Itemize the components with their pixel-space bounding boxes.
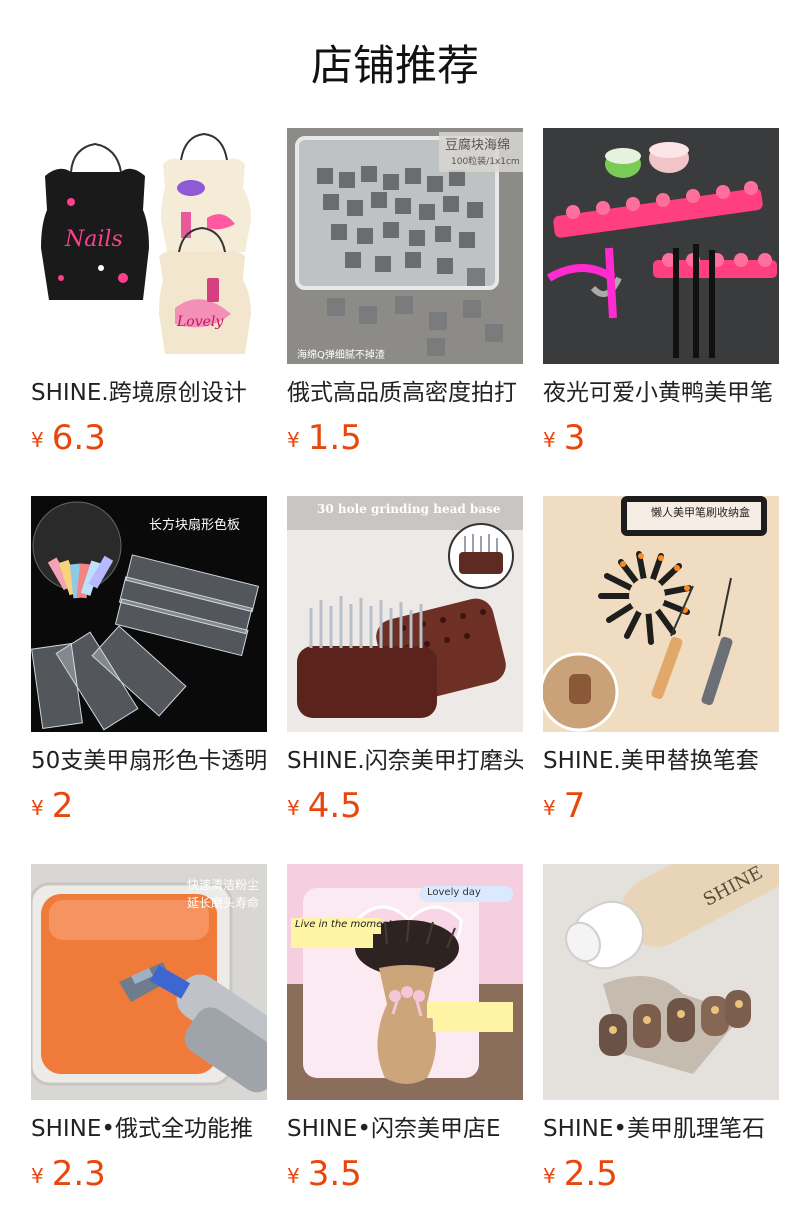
product-price: ¥7 xyxy=(543,786,779,826)
grinding-base-illustration xyxy=(287,496,523,732)
apron-illustration: Nails Lovely xyxy=(31,128,267,364)
price-value: 7 xyxy=(563,786,586,826)
product-image-dust-brush[interactable]: Live in the moment Lovely day xyxy=(287,864,523,1100)
currency-symbol: ¥ xyxy=(287,428,300,452)
product-image-aprons[interactable]: Nails Lovely xyxy=(31,128,267,364)
product-card[interactable]: 懒人美甲笔刷收纳盒 SHINE.美甲替换笔套 ¥7 xyxy=(543,496,779,826)
currency-symbol: ¥ xyxy=(543,428,556,452)
product-grid: Nails Lovely SHINE.跨境原创设计 ¥6.3 豆腐块海绵 100… xyxy=(0,0,790,1232)
product-name: SHINE.美甲替换笔套 xyxy=(543,748,759,774)
svg-text:Lovely: Lovely xyxy=(176,314,224,330)
product-price: ¥3.5 xyxy=(287,1154,523,1194)
product-card[interactable]: 豆腐块海绵 100粒装/1x1cm 海绵Q弹细腻不掉渣 俄式高品质高密度拍打 ¥… xyxy=(287,128,523,458)
product-price: ¥2.3 xyxy=(31,1154,267,1194)
currency-symbol: ¥ xyxy=(287,1164,300,1188)
product-name: 俄式高品质高密度拍打 xyxy=(287,380,517,406)
product-price: ¥4.5 xyxy=(287,786,523,826)
product-image-cleaning-gel[interactable]: 快速清洁粉尘 延长磨头寿命 xyxy=(31,864,267,1100)
product-price: ¥6.3 xyxy=(31,418,267,458)
product-image-duck-rack[interactable] xyxy=(543,128,779,364)
price-value: 2 xyxy=(51,786,74,826)
image-caption: 懒人美甲笔刷收纳盒 xyxy=(651,506,750,519)
currency-symbol: ¥ xyxy=(287,796,300,820)
product-price: ¥1.5 xyxy=(287,418,523,458)
product-name: SHINE•美甲肌理笔石 xyxy=(543,1116,765,1142)
product-card[interactable]: 夜光可爱小黄鸭美甲笔 ¥3 xyxy=(543,128,779,458)
product-image-sponge[interactable]: 豆腐块海绵 100粒装/1x1cm 海绵Q弹细腻不掉渣 xyxy=(287,128,523,364)
product-price: ¥2 xyxy=(31,786,267,826)
image-caption: 快速清洁粉尘 xyxy=(187,878,260,892)
product-card[interactable]: Nails Lovely SHINE.跨境原创设计 ¥6.3 xyxy=(31,128,267,458)
product-name: 夜光可爱小黄鸭美甲笔 xyxy=(543,380,773,406)
product-price: ¥3 xyxy=(543,418,779,458)
product-card[interactable]: 30 hole grinding head base SHINE.闪奈美甲打磨头… xyxy=(287,496,523,826)
image-caption: Lovely day xyxy=(427,887,481,898)
product-price: ¥2.5 xyxy=(543,1154,779,1194)
image-caption: 100粒装/1x1cm xyxy=(451,157,520,167)
currency-symbol: ¥ xyxy=(31,796,44,820)
price-value: 6.3 xyxy=(51,418,106,458)
texture-pen-illustration xyxy=(543,864,779,1100)
duck-rack-illustration xyxy=(543,128,779,364)
price-value: 2.3 xyxy=(51,1154,106,1194)
price-value: 1.5 xyxy=(307,418,362,458)
product-card[interactable]: 快速清洁粉尘 延长磨头寿命 SHINE•俄式全功能推 ¥2.3 xyxy=(31,864,267,1194)
image-caption: Live in the moment xyxy=(295,919,393,930)
product-card[interactable]: SHINE SHINE•美甲肌理笔石 ¥2.5 xyxy=(543,864,779,1194)
product-name: SHINE.跨境原创设计 xyxy=(31,380,247,406)
currency-symbol: ¥ xyxy=(31,1164,44,1188)
image-caption: 海绵Q弹细腻不掉渣 xyxy=(297,350,385,361)
image-caption: 豆腐块海绵 xyxy=(445,138,511,153)
currency-symbol: ¥ xyxy=(543,796,556,820)
product-name: 50支美甲扇形色卡透明 xyxy=(31,748,267,774)
product-name: SHINE•俄式全功能推 xyxy=(31,1116,253,1142)
product-card[interactable]: Live in the moment Lovely day SHINE•闪奈美甲… xyxy=(287,864,523,1194)
price-value: 3.5 xyxy=(307,1154,362,1194)
product-name: SHINE•闪奈美甲店E xyxy=(287,1116,501,1142)
product-image-grinding-base[interactable]: 30 hole grinding head base xyxy=(287,496,523,732)
product-image-texture-pen[interactable]: SHINE xyxy=(543,864,779,1100)
brush-caps-illustration xyxy=(543,496,779,732)
product-name: SHINE.闪奈美甲打磨头 xyxy=(287,748,523,774)
currency-symbol: ¥ xyxy=(543,1164,556,1188)
dust-brush-illustration xyxy=(287,864,523,1100)
price-value: 4.5 xyxy=(307,786,362,826)
product-card[interactable]: 长方块扇形色板 50支美甲扇形色卡透明 ¥2 xyxy=(31,496,267,826)
product-image-fan-chart[interactable]: 长方块扇形色板 xyxy=(31,496,267,732)
image-caption: 长方块扇形色板 xyxy=(149,518,241,533)
image-caption: 延长磨头寿命 xyxy=(187,896,260,910)
svg-text:Nails: Nails xyxy=(64,227,123,252)
product-image-brush-caps[interactable]: 懒人美甲笔刷收纳盒 xyxy=(543,496,779,732)
image-caption: 30 hole grinding head base xyxy=(317,502,501,516)
price-value: 3 xyxy=(563,418,586,458)
currency-symbol: ¥ xyxy=(31,428,44,452)
price-value: 2.5 xyxy=(563,1154,618,1194)
